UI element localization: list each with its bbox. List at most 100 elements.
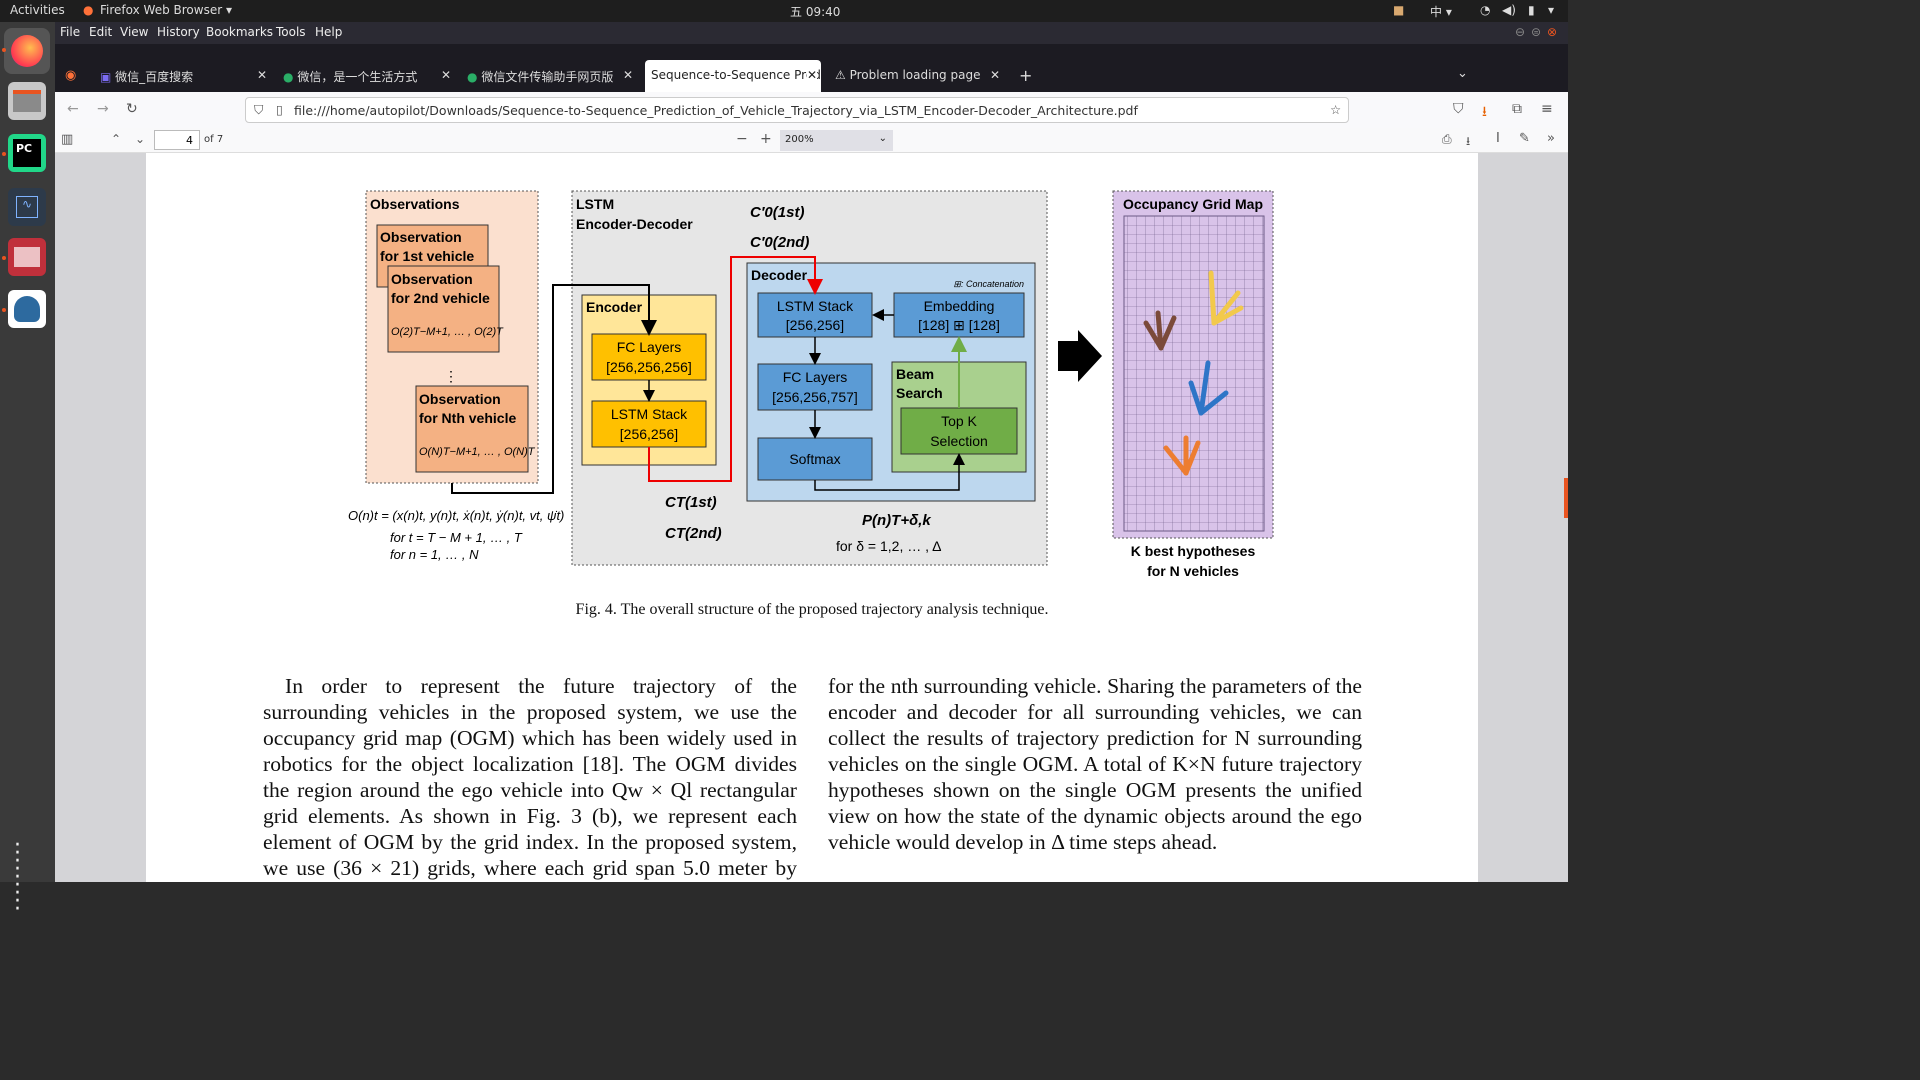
app-menu[interactable]: Firefox Web Browser ▾ (100, 3, 232, 17)
close-tab-icon[interactable]: ✕ (257, 68, 267, 82)
back-icon[interactable]: ← (67, 101, 79, 117)
svg-text:LSTM Stack: LSTM Stack (777, 298, 854, 314)
next-page-icon[interactable]: ⌄ (135, 132, 145, 146)
svg-text:Top K: Top K (941, 413, 977, 429)
tab-wechat-filehelper[interactable]: ● 微信文件传输助手网页版 ✕ (467, 62, 637, 90)
tab-problem-loading[interactable]: ⚠ Problem loading page ✕ (835, 62, 1005, 90)
svg-text:Decoder: Decoder (751, 267, 808, 283)
svg-text:[256,256]: [256,256] (620, 426, 678, 442)
battery-icon[interactable]: ▮ (1528, 3, 1535, 17)
svg-text:for δ = 1,2, … , Δ: for δ = 1,2, … , Δ (836, 538, 941, 554)
svg-text:[256,256,757]: [256,256,757] (772, 389, 858, 405)
big-right-arrow (1058, 330, 1102, 382)
tools-expand-icon[interactable]: » (1547, 131, 1555, 146)
sidebar-toggle-icon[interactable]: ▥ (61, 132, 73, 147)
save-icon[interactable]: ⭳ (1466, 132, 1470, 153)
firefox-icon: ● (83, 3, 94, 17)
bookmark-star-icon[interactable]: ☆ (1330, 102, 1341, 117)
page-total: of 7 (204, 134, 224, 145)
menu-bookmarks[interactable]: Bookmarks (206, 25, 273, 39)
window-restore-button[interactable]: ⊜ (1531, 25, 1541, 39)
close-tab-icon[interactable]: ✕ (441, 68, 451, 82)
svg-text:FC Layers: FC Layers (617, 339, 682, 355)
print-icon[interactable]: ⎙ (1442, 132, 1452, 147)
figure-4-diagram: Observations Observation for 1st vehicle… (348, 190, 1274, 579)
svg-text:Observation: Observation (419, 391, 501, 407)
extensions-icon[interactable]: ⧉ (1512, 101, 1522, 117)
svg-text:Embedding: Embedding (924, 298, 995, 314)
pocket-icon[interactable]: ⛉ (1453, 101, 1464, 117)
svg-text:O(n)t = (x(n)t, y(n)t, ẋ(n)t,: O(n)t = (x(n)t, y(n)t, ẋ(n)t, ẏ(n)t, vt,… (348, 508, 564, 523)
close-tab-icon[interactable]: ✕ (990, 68, 1000, 82)
svg-text:Search: Search (896, 385, 943, 401)
svg-text:CT(2nd): CT(2nd) (665, 525, 722, 542)
list-all-tabs-icon[interactable]: ⌄ (1457, 66, 1468, 81)
paragraph-left-column: In order to represent the future traject… (263, 674, 797, 880)
close-tab-icon[interactable]: ✕ (623, 68, 633, 82)
page-number-input[interactable] (154, 130, 200, 150)
system-top-bar: Activities ● Firefox Web Browser ▾ 五 09:… (0, 0, 1568, 22)
chevron-down-icon: ⌄ (878, 133, 887, 144)
zoom-in-icon[interactable]: + (760, 131, 772, 147)
svg-text:for n = 1, … , N: for n = 1, … , N (390, 547, 479, 562)
tab-pdf-active[interactable]: Sequence-to-Sequence Pred ✕ (645, 60, 821, 92)
previous-page-icon[interactable]: ⌃ (111, 132, 121, 146)
svg-text:LSTM Stack: LSTM Stack (611, 406, 688, 422)
tab-wechat-home[interactable]: ● 微信，是一个生活方式 ✕ (283, 62, 457, 90)
volume-icon[interactable]: ◀) (1502, 3, 1516, 17)
files-dock-icon[interactable] (8, 82, 46, 120)
window-close-button[interactable]: ⊗ (1547, 25, 1557, 39)
url-text: file:///home/autopilot/Downloads/Sequenc… (294, 103, 1138, 118)
svg-text:Selection: Selection (930, 433, 988, 449)
dock: PC ∿ · · · · · · · · · (0, 22, 55, 921)
pdf-viewer[interactable]: Observations Observation for 1st vehicle… (55, 153, 1568, 882)
zoom-out-icon[interactable]: − (736, 131, 748, 147)
window-minimize-button[interactable]: ⊖ (1515, 25, 1525, 39)
power-menu-icon[interactable]: ▾ (1548, 3, 1554, 17)
svg-text:O(2)T−M+1, … , O(2)T: O(2)T−M+1, … , O(2)T (391, 326, 504, 338)
menu-history[interactable]: History (157, 25, 200, 39)
firefox-view-icon[interactable]: ◉ (65, 68, 76, 83)
pycharm-dock-icon[interactable]: PC (8, 134, 46, 172)
reload-icon[interactable]: ↻ (126, 101, 138, 117)
system-monitor-dock-icon[interactable]: ∿ (8, 188, 46, 226)
navigation-bar: ← → ↻ ⛉ ▯ file:///home/autopilot/Downloa… (55, 92, 1568, 128)
svg-text:for 2nd vehicle: for 2nd vehicle (391, 290, 490, 306)
draw-icon[interactable]: ✎ (1519, 131, 1530, 146)
text-cursor-icon[interactable]: I (1496, 131, 1500, 146)
menu-view[interactable]: View (120, 25, 148, 39)
network-icon[interactable]: ◔ (1480, 3, 1490, 17)
ogm-grid (1123, 215, 1265, 532)
wechat-favicon-icon: ● (283, 70, 294, 84)
svg-text:C′0(1st): C′0(1st) (750, 204, 804, 221)
cat-avatar-icon[interactable]: ■ (1393, 3, 1404, 17)
menu-bar: File Edit View History Bookmarks Tools H… (55, 22, 1568, 44)
svg-text:LSTM: LSTM (576, 196, 614, 212)
new-tab-button[interactable]: + (1019, 66, 1032, 85)
downloads-icon[interactable]: ⭳ (1482, 101, 1487, 125)
svg-text:Encoder-Decoder: Encoder-Decoder (576, 216, 693, 232)
cat-app-dock-icon[interactable] (8, 290, 46, 328)
menu-help[interactable]: Help (315, 25, 342, 39)
firefox-dock-icon[interactable] (4, 28, 50, 74)
zoom-select[interactable]: 200% ⌄ (780, 130, 893, 151)
menu-edit[interactable]: Edit (89, 25, 112, 39)
presentation-dock-icon[interactable] (8, 238, 46, 276)
svg-text:[128] ⊞ [128]: [128] ⊞ [128] (918, 317, 1000, 333)
tab-baidu[interactable]: ▣ 微信_百度搜索 ✕ (100, 62, 270, 90)
hamburger-menu-icon[interactable]: ≡ (1541, 101, 1553, 117)
input-method-indicator[interactable]: 中 ▾ (1430, 3, 1452, 20)
figure-caption: Fig. 4. The overall structure of the pro… (575, 601, 1049, 618)
close-tab-icon[interactable]: ✕ (807, 68, 818, 82)
clock[interactable]: 五 09:40 (790, 3, 840, 20)
svg-text:P(n)T+δ,k: P(n)T+δ,k (862, 512, 931, 529)
activities-button[interactable]: Activities (10, 3, 65, 17)
svg-text:Encoder: Encoder (586, 299, 643, 315)
svg-text:Occupancy Grid Map: Occupancy Grid Map (1123, 196, 1263, 212)
menu-file[interactable]: File (60, 25, 80, 39)
scrollbar-thumb[interactable] (1564, 478, 1568, 518)
forward-icon[interactable]: → (97, 101, 109, 117)
url-bar[interactable]: ⛉ ▯ file:///home/autopilot/Downloads/Seq… (245, 97, 1349, 123)
menu-tools[interactable]: Tools (276, 25, 306, 39)
show-applications-icon[interactable]: · · · · · · · · · (14, 835, 40, 921)
